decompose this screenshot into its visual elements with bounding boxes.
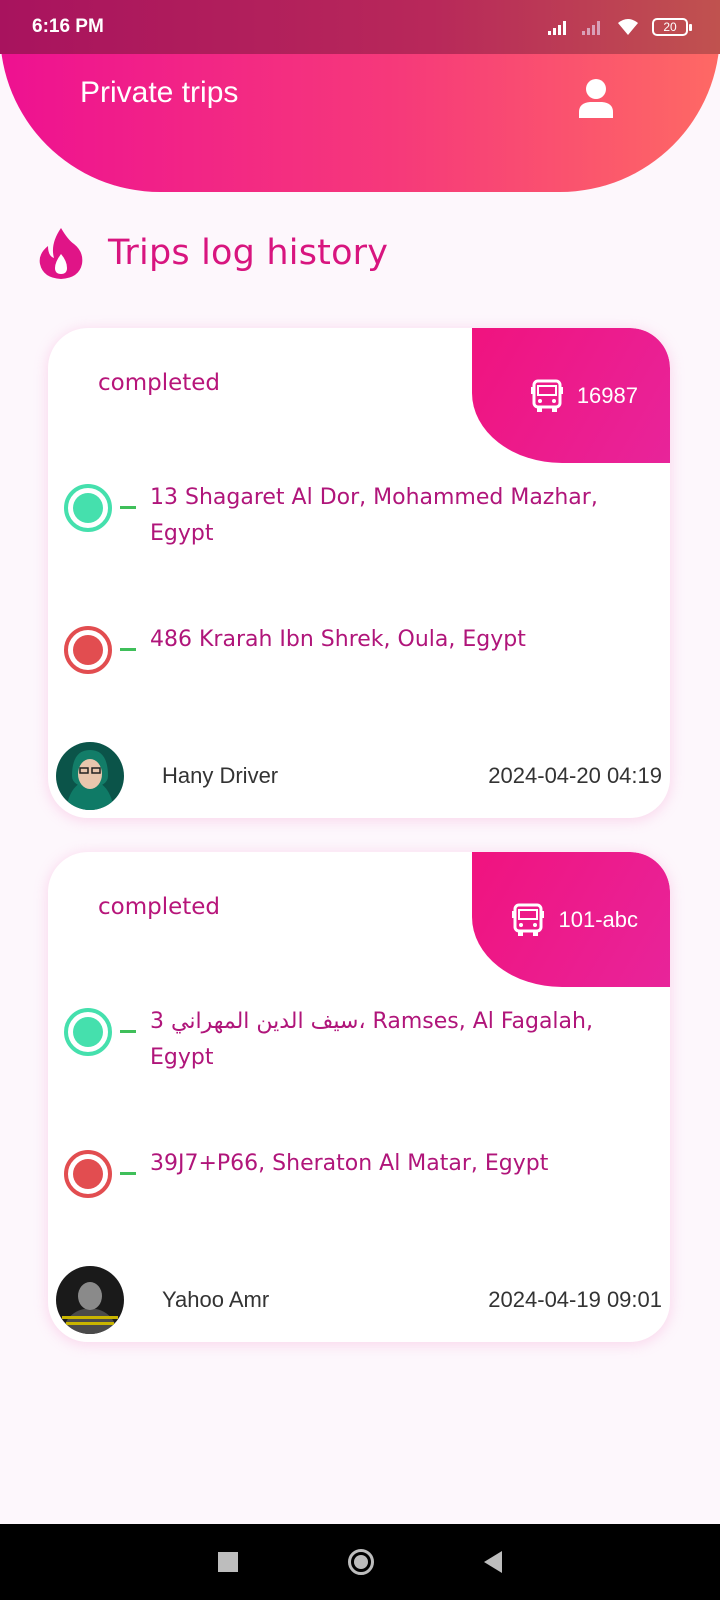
trip-date: 2024-04-19 09:01 <box>488 1287 662 1312</box>
signal-icon <box>548 21 566 35</box>
person-icon[interactable] <box>578 78 614 118</box>
battery-level: 20 <box>663 20 677 34</box>
dropoff-marker-icon <box>64 626 112 674</box>
pickup-address: 13 Shagaret Al Dor, Mohammed Mazhar, Egy… <box>150 485 598 546</box>
pickup-stop: 3 سيف الدين المهراني، Ramses, Al Fagalah… <box>64 1008 654 1076</box>
trip-footer: Yahoo Amr 2024-04-19 09:01 <box>56 1266 662 1334</box>
connector-dash <box>120 1030 136 1033</box>
connector-dash <box>120 1172 136 1175</box>
bus-icon <box>530 379 563 412</box>
fire-icon <box>39 228 83 279</box>
page-title: Private trips <box>80 76 239 109</box>
recents-icon[interactable] <box>218 1552 238 1572</box>
home-icon[interactable] <box>348 1549 374 1575</box>
bus-icon <box>512 903 545 936</box>
pickup-address: 3 سيف الدين المهراني، Ramses, Al Fagalah… <box>150 1009 593 1070</box>
trip-status: completed <box>98 894 221 920</box>
trip-card[interactable]: completed 101-abc 3 سيف الدين المهراني، … <box>48 852 670 1342</box>
dropoff-address: 486 Krarah Ibn Shrek, Oula, Egypt <box>150 627 526 652</box>
driver-avatar <box>56 1266 124 1334</box>
dropoff-marker-icon <box>64 1150 112 1198</box>
battery-icon: 20 <box>652 18 692 36</box>
connector-dash <box>120 648 136 651</box>
wifi-icon <box>618 19 638 35</box>
trip-status: completed <box>98 370 221 396</box>
connector-dash <box>120 506 136 509</box>
bus-number: 101-abc <box>558 906 638 932</box>
status-bar: 6:16 PM 20 <box>0 0 720 54</box>
driver-name: Hany Driver <box>162 763 279 788</box>
dropoff-stop: 39J7+P66, Sheraton Al Matar, Egypt <box>64 1150 654 1198</box>
bus-number: 16987 <box>576 382 638 408</box>
status-icons: 20 <box>548 18 692 36</box>
back-icon[interactable] <box>484 1551 502 1573</box>
trip-footer: Hany Driver 2024-04-20 04:19 <box>56 742 662 810</box>
driver-avatar <box>56 742 124 810</box>
signal-weak-icon <box>582 21 600 35</box>
dropoff-address: 39J7+P66, Sheraton Al Matar, Egypt <box>150 1151 549 1176</box>
pickup-stop: 13 Shagaret Al Dor, Mohammed Mazhar, Egy… <box>64 484 654 552</box>
status-time: 6:16 PM <box>32 16 104 37</box>
navigation-bar <box>0 1524 720 1600</box>
bus-badge: 101-abc <box>472 852 670 987</box>
pickup-marker-icon <box>64 1008 112 1056</box>
driver-name: Yahoo Amr <box>162 1287 270 1312</box>
app-header: Private trips <box>0 30 720 192</box>
dropoff-stop: 486 Krarah Ibn Shrek, Oula, Egypt <box>64 626 654 674</box>
section-heading: Trips log history <box>36 226 388 280</box>
trip-card[interactable]: completed 16987 13 Shagaret Al Dor, Moha… <box>48 328 670 818</box>
bus-badge: 16987 <box>472 328 670 463</box>
pickup-marker-icon <box>64 484 112 532</box>
section-title: Trips log history <box>108 233 389 273</box>
trip-date: 2024-04-20 04:19 <box>488 763 662 788</box>
